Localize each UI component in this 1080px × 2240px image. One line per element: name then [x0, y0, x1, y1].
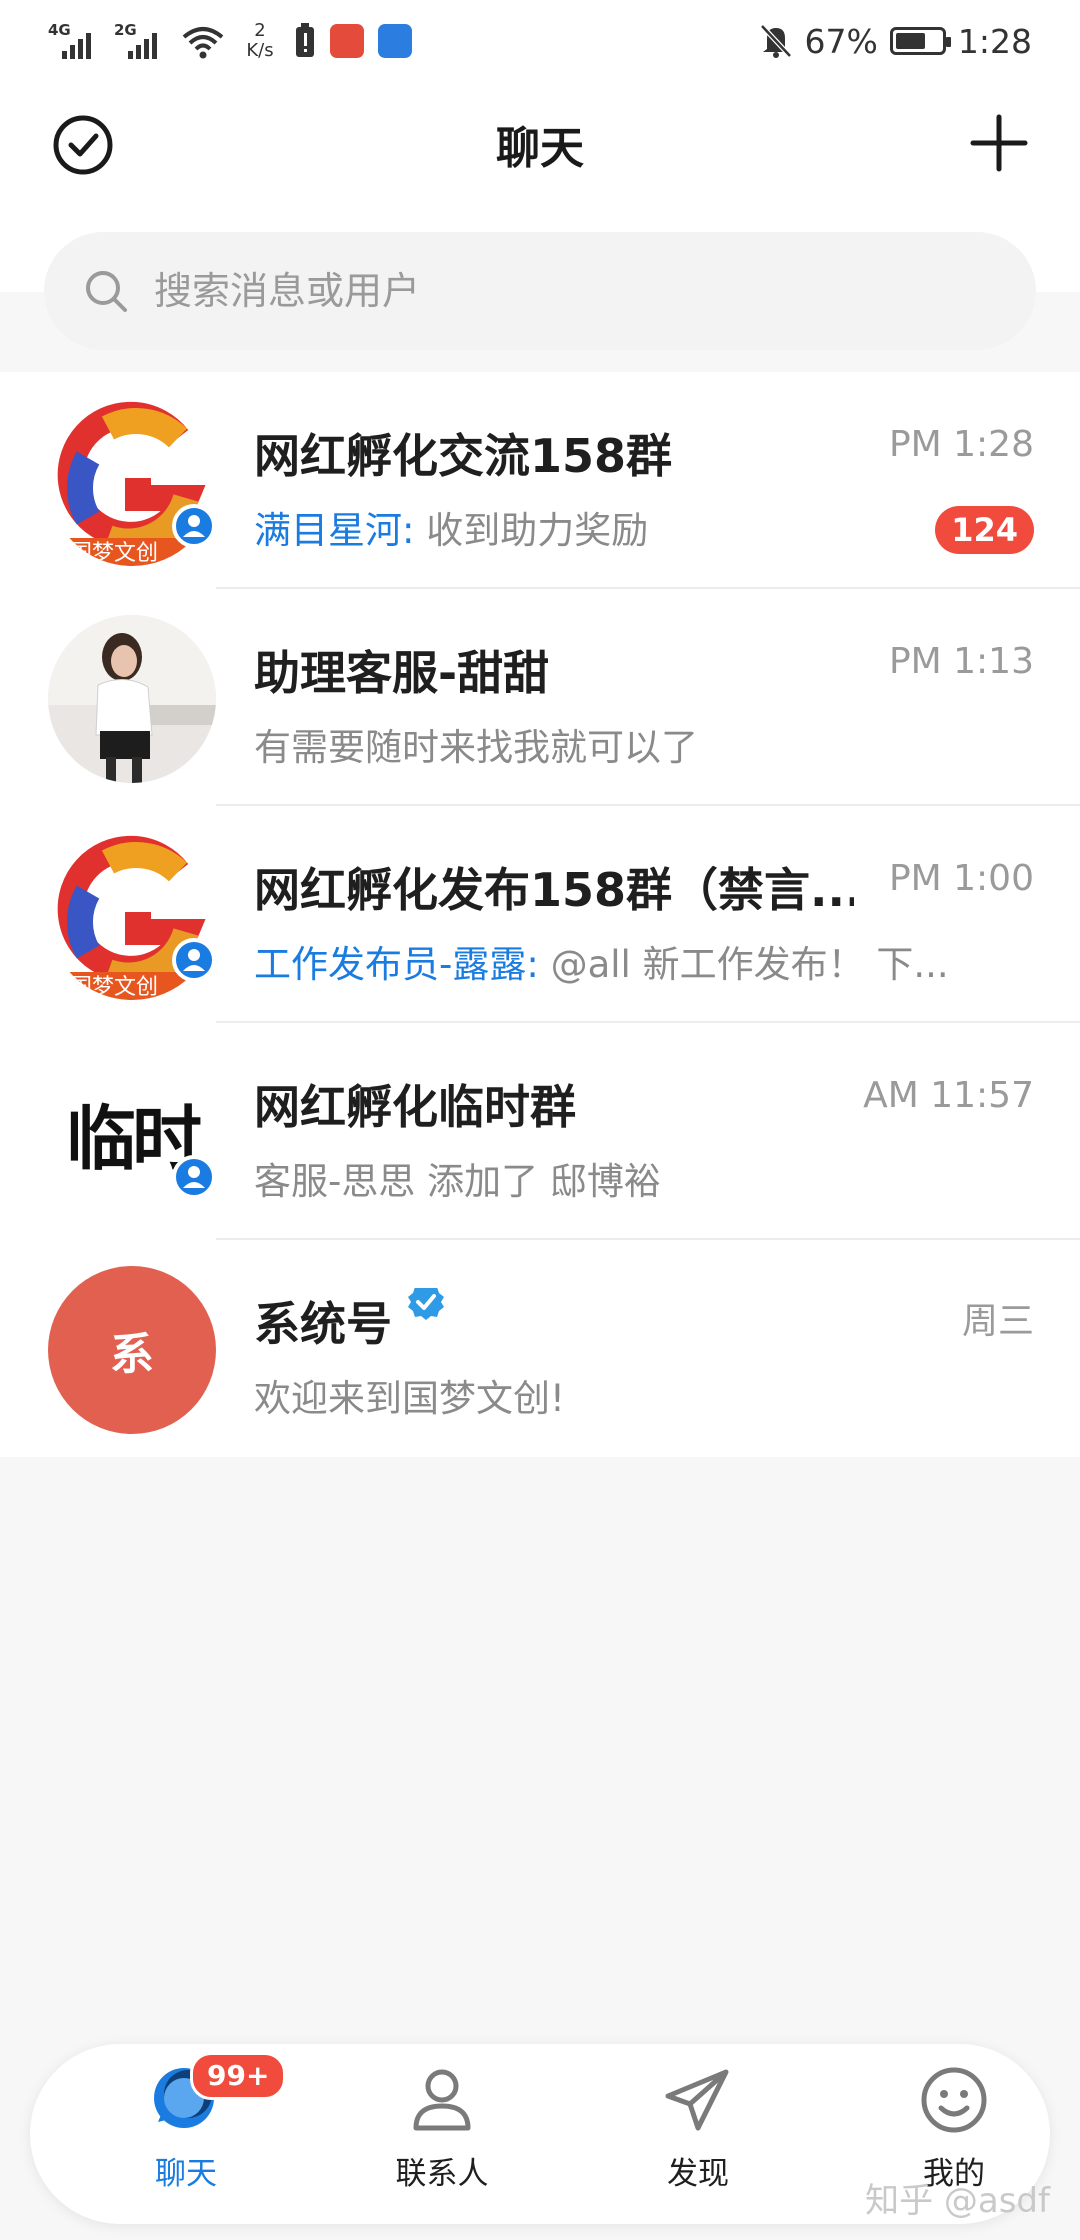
system-avatar: 系	[48, 1266, 216, 1434]
tab-discover-label: 发现	[667, 2156, 729, 2192]
header: 聊天	[0, 82, 1080, 350]
network-speed: 2 K/s	[240, 21, 280, 61]
system-avatar-circle: 系	[48, 1266, 216, 1434]
avatar-text: 系	[110, 1329, 154, 1380]
speed-unit: K/s	[246, 40, 274, 61]
chat-preview: 工作发布员-露露: @all 新工作发布！ 下...	[254, 934, 949, 988]
chat-time: PM 1:00	[888, 858, 1034, 899]
tab-discover[interactable]: 发现	[608, 2062, 788, 2212]
chat-name: 网红孵化临时群	[254, 1080, 576, 1134]
group-badge-icon	[172, 938, 216, 982]
chat-preview: 有需要随时来找我就可以了	[254, 717, 698, 771]
group-avatar: 国梦文创	[48, 398, 216, 566]
preview-message: 有需要随时来找我就可以了	[254, 726, 698, 769]
search-input[interactable]	[152, 268, 956, 314]
group-badge-icon	[172, 1155, 216, 1199]
signal-2g-icon: 2G	[114, 21, 166, 61]
chat-row[interactable]: 系 系统号 周三 欢迎来到国梦文创!	[0, 1240, 1080, 1457]
preview-sender: 工作发布员-露露:	[254, 943, 539, 986]
group-avatar: 临时	[48, 1049, 216, 1217]
logo-text: 国梦文创	[70, 541, 158, 566]
wifi-icon	[182, 27, 224, 59]
clock: 1:28	[957, 21, 1032, 61]
chat-row[interactable]: 国梦文创 网红孵化交流158群 PM 1:28 满目星河: 收到助力奖励 124	[0, 372, 1080, 589]
contact-person-icon	[413, 2069, 471, 2131]
chat-preview: 客服-思思 添加了 邸博裕	[254, 1151, 661, 1205]
battery-percent: 67%	[804, 21, 878, 61]
preview-message: 欢迎来到国梦文创!	[254, 1377, 565, 1420]
search-icon	[86, 271, 127, 312]
smiley-face-icon	[921, 2067, 987, 2133]
chat-row[interactable]: 助理客服-甜甜 PM 1:13 有需要随时来找我就可以了	[0, 589, 1080, 806]
chat-time: PM 1:13	[888, 641, 1034, 682]
user-avatar	[48, 615, 216, 783]
status-bar: 4G 2G 2 K/s 67% 1:28	[0, 0, 1080, 82]
chat-name: 助理客服-甜甜	[254, 646, 550, 700]
battery-fill	[895, 33, 926, 49]
chat-row[interactable]: 临时 网红孵化临时群 AM 11:57 客服-思思 添加了 邸博裕	[0, 1023, 1080, 1240]
shield-app-icon	[378, 24, 412, 58]
person-photo-icon	[48, 615, 216, 783]
chat-preview: 欢迎来到国梦文创!	[254, 1368, 565, 1422]
chat-time: PM 1:28	[888, 424, 1034, 465]
tab-contacts-label: 联系人	[395, 2156, 489, 2192]
chat-name: 网红孵化发布158群（禁言...	[254, 863, 854, 917]
unread-badge: 124	[935, 506, 1034, 554]
preview-sender: 满目星河:	[254, 509, 415, 552]
speed-value: 2	[254, 20, 266, 41]
tab-chat-label: 聊天	[155, 2156, 217, 2192]
battery-alert-icon	[296, 23, 314, 57]
chat-list: 国梦文创 网红孵化交流158群 PM 1:28 满目星河: 收到助力奖励 124	[0, 372, 1080, 1457]
app-notification-icon	[330, 24, 364, 58]
battery-icon	[889, 27, 951, 55]
preview-message: @all 新工作发布！ 下...	[538, 943, 949, 986]
chat-time: AM 11:57	[863, 1075, 1034, 1116]
preview-message: 收到助力奖励	[414, 509, 649, 552]
verified-icon	[408, 1288, 444, 1320]
chat-name-wrap: 系统号	[254, 1288, 446, 1354]
chat-row[interactable]: 国梦文创 网红孵化发布158群（禁言... PM 1:00 工作发布员-露露: …	[0, 806, 1080, 1023]
preview-message: 客服-思思 添加了 邸博裕	[254, 1160, 661, 1203]
chat-preview: 满目星河: 收到助力奖励	[254, 500, 648, 554]
group-avatar: 国梦文创	[48, 832, 216, 1000]
tab-contacts[interactable]: 联系人	[352, 2062, 532, 2212]
paper-plane-icon	[665, 2069, 729, 2131]
logo-text: 国梦文创	[70, 975, 158, 1000]
group-badge-icon	[172, 504, 216, 548]
chat-unread-badge: 99+	[190, 2052, 287, 2100]
page-title: 聊天	[496, 123, 584, 174]
tab-chat[interactable]: 聊天 99+	[96, 2052, 287, 2212]
chat-name: 系统号	[254, 1297, 392, 1351]
chat-name: 网红孵化交流158群	[254, 429, 673, 483]
chat-time: 周三	[961, 1301, 1034, 1342]
watermark: 知乎 @asdf	[865, 2181, 1050, 2221]
add-icon[interactable]	[970, 114, 1028, 172]
search-bar[interactable]	[44, 232, 1036, 350]
bell-muted-icon	[759, 24, 792, 58]
signal-4g-icon: 4G	[48, 21, 100, 61]
